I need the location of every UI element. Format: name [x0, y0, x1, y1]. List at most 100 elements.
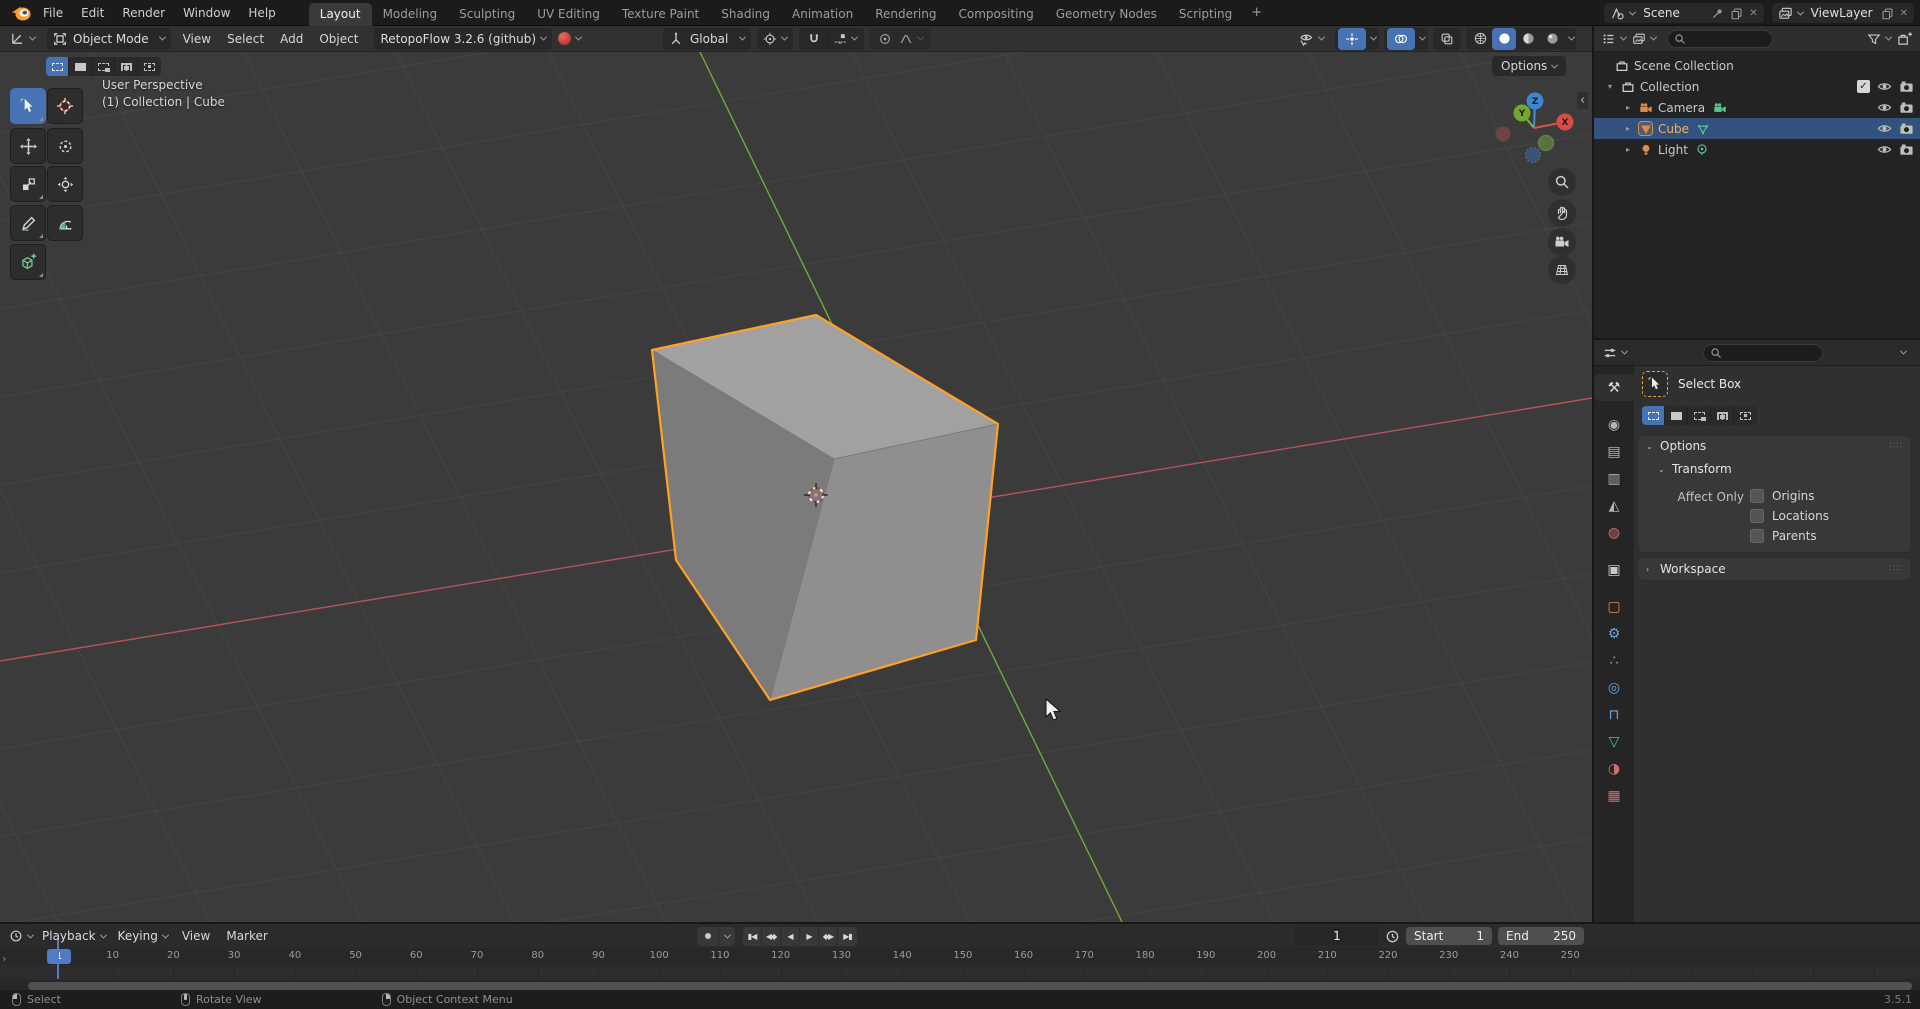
play-reverse-button[interactable]: ◀ — [781, 927, 800, 946]
select-mode-set[interactable] — [46, 57, 69, 76]
select-mode-intersect[interactable] — [1734, 406, 1757, 425]
viewlayer-selector[interactable]: ViewLayer ✕ — [1772, 3, 1914, 23]
proportional-falloff-dropdown[interactable] — [896, 28, 926, 50]
new-collection-button[interactable] — [1894, 28, 1915, 50]
tab-object[interactable]: ▢ — [1594, 593, 1634, 620]
viewport-menu-item[interactable]: View — [175, 32, 219, 46]
camera-view-button[interactable] — [1548, 228, 1576, 256]
workspace-tab[interactable]: Sculpting — [448, 3, 526, 26]
menu-item[interactable]: Window — [174, 3, 239, 23]
gizmo-dropdown[interactable] — [1370, 34, 1377, 41]
hide-in-viewport-toggle[interactable] — [1877, 100, 1892, 115]
outliner-item-label[interactable]: Collection — [1640, 80, 1699, 94]
orthographic-toggle-button[interactable] — [1548, 256, 1576, 284]
workspace-tab[interactable]: Rendering — [864, 3, 947, 26]
properties-search-input[interactable] — [1722, 346, 1802, 359]
jump-to-end-button[interactable]: ▶▮ — [838, 927, 857, 946]
tab-texture[interactable]: ▦ — [1594, 782, 1634, 809]
sidebar-collapse-arrow[interactable]: ‹ — [1577, 92, 1588, 109]
tab-world[interactable]: ◍ — [1594, 519, 1634, 546]
menu-item[interactable]: Help — [239, 3, 284, 23]
tab-scene[interactable]: ◭ — [1594, 492, 1634, 519]
select-mode-intersect[interactable] — [138, 57, 161, 76]
outliner-search-input[interactable] — [1686, 32, 1766, 45]
panel-grip-icon[interactable]: ∷∷ — [1890, 441, 1903, 451]
shading-solid-button[interactable] — [1492, 28, 1516, 50]
pivot-point-dropdown[interactable] — [757, 28, 793, 50]
properties-options-dropdown[interactable] — [1900, 348, 1907, 355]
cube-object[interactable] — [652, 315, 998, 700]
show-gizmo-toggle[interactable] — [1338, 28, 1366, 50]
menu-item[interactable]: Edit — [72, 3, 113, 23]
timeline-channel-strip[interactable] — [0, 965, 1920, 979]
select-mode-invert[interactable] — [115, 57, 138, 76]
hide-in-viewport-toggle[interactable] — [1877, 142, 1892, 157]
outliner-row[interactable]: ▸ Camera ✓ — [1594, 97, 1920, 118]
addon-icon-button[interactable] — [552, 28, 587, 50]
disclosure-triangle-icon[interactable]: ▸ — [1626, 103, 1638, 112]
viewport-menu-item[interactable]: Select — [219, 32, 272, 46]
annotate-tool-button[interactable] — [10, 205, 46, 241]
workspace-tab[interactable]: Scripting — [1168, 3, 1243, 26]
menu-item[interactable]: Render — [113, 3, 174, 23]
tab-view-layer[interactable]: ▥ — [1594, 465, 1634, 492]
rotate-tool-button[interactable] — [47, 128, 83, 164]
workspace-tab[interactable]: Texture Paint — [611, 3, 710, 26]
viewport-menu-item[interactable]: Object — [311, 32, 366, 46]
panel-grip-icon[interactable]: ∷∷ — [1890, 564, 1903, 574]
workspace-panel-header[interactable]: › Workspace ∷∷ — [1638, 558, 1911, 580]
gizmo-neg-x[interactable] — [1496, 127, 1511, 142]
outliner-row[interactable]: ▾ Collection ✓ — [1594, 76, 1920, 97]
transform-tool-button[interactable] — [47, 166, 83, 202]
workspace-tab[interactable]: Layout — [309, 3, 372, 26]
cursor-tool-button[interactable] — [47, 88, 83, 124]
outliner-search[interactable] — [1667, 30, 1773, 48]
timeline-menu-item[interactable]: Marker — [218, 929, 275, 943]
outliner-item-label[interactable]: Camera — [1658, 101, 1705, 115]
proportional-edit-toggle[interactable] — [874, 28, 896, 50]
disclosure-triangle-icon[interactable]: ▾ — [1608, 82, 1620, 91]
workspace-tab[interactable]: Compositing — [947, 3, 1044, 26]
next-keyframe-button[interactable]: ◆▶ — [819, 927, 838, 946]
timeline-editor-type[interactable] — [6, 925, 36, 947]
navigation-gizmo[interactable]: Z Y X — [1489, 92, 1581, 168]
use-preview-range-toggle[interactable] — [1385, 929, 1400, 944]
outliner-filter-button[interactable] — [1864, 28, 1894, 50]
timeline-menu-dropdown[interactable]: Keying — [112, 925, 174, 947]
channel-expand-arrow[interactable]: › — [2, 952, 6, 965]
snap-settings-dropdown[interactable] — [830, 28, 860, 50]
timeline-menu-dropdown[interactable]: Playback — [36, 925, 112, 947]
select-mode-invert[interactable] — [1711, 406, 1734, 425]
shading-material-button[interactable] — [1516, 28, 1540, 50]
zoom-button[interactable] — [1548, 168, 1576, 196]
transform-orientation-dropdown[interactable]: Global — [663, 28, 751, 50]
tab-physics[interactable]: ◎ — [1594, 674, 1634, 701]
prev-keyframe-button[interactable]: ◀◆ — [762, 927, 781, 946]
select-box-tool-button[interactable] — [10, 88, 46, 124]
workspace-tab[interactable]: Modeling — [372, 3, 449, 26]
shading-dropdown[interactable] — [1568, 34, 1575, 41]
workspace-tab[interactable]: UV Editing — [526, 3, 611, 26]
tab-tool[interactable]: ⚒ — [1594, 374, 1634, 401]
tab-collection[interactable]: ▣ — [1594, 556, 1634, 583]
select-mode-subtract[interactable] — [1688, 406, 1711, 425]
pin-icon[interactable] — [1711, 7, 1724, 20]
xray-toggle[interactable] — [1433, 28, 1461, 50]
show-overlays-toggle[interactable] — [1387, 28, 1415, 50]
menu-item[interactable]: File — [34, 3, 72, 23]
viewport-canvas[interactable] — [0, 52, 1592, 922]
scene-selector[interactable]: Scene ✕ — [1604, 3, 1763, 23]
shading-rendered-button[interactable] — [1540, 28, 1564, 50]
options-panel-header[interactable]: ⌄ Options ∷∷ — [1638, 436, 1911, 456]
measure-tool-button[interactable] — [47, 205, 83, 241]
add-workspace-button[interactable]: + — [1243, 5, 1270, 20]
outliner-item-label[interactable]: Light — [1658, 143, 1688, 157]
tab-material[interactable]: ◑ — [1594, 755, 1634, 782]
3d-viewport[interactable]: Options User Perspective (1) Collection … — [0, 52, 1592, 922]
close-icon[interactable]: ✕ — [1749, 8, 1757, 19]
origins-checkbox[interactable] — [1750, 489, 1764, 503]
shading-wireframe-button[interactable] — [1468, 28, 1492, 50]
frame-ruler[interactable]: 1020304050607080901001101201301401501601… — [0, 948, 1920, 965]
mode-selector[interactable]: Object Mode — [47, 28, 171, 50]
copy-icon[interactable] — [1881, 7, 1894, 20]
